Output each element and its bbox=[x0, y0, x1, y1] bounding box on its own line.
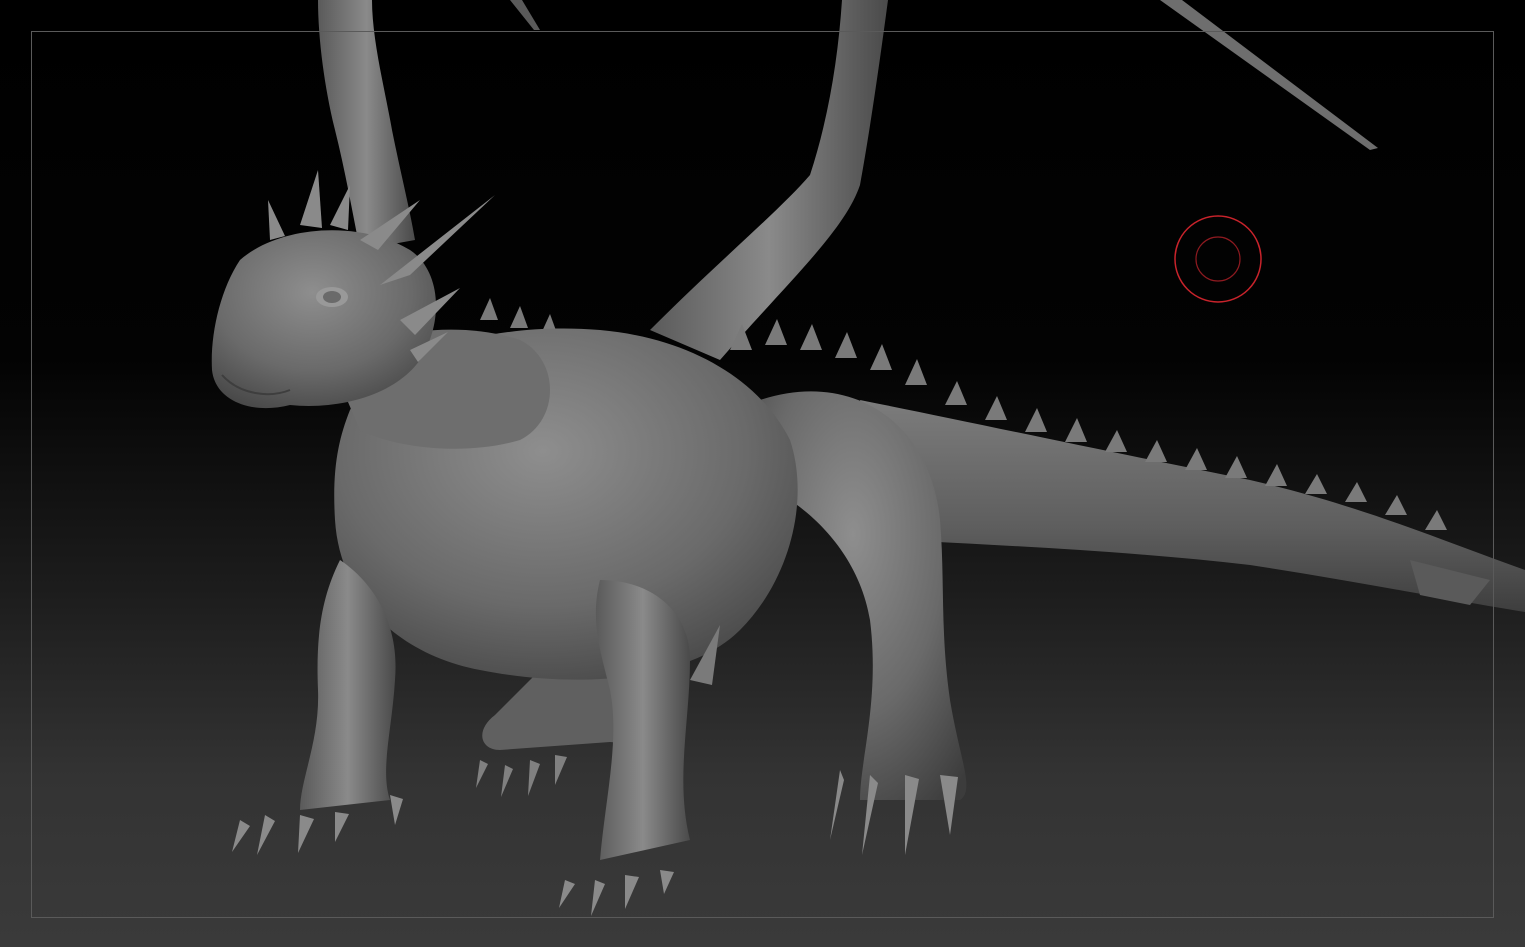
sculpt-mesh[interactable] bbox=[0, 0, 1525, 947]
tail bbox=[860, 400, 1525, 612]
brush-cursor-icon bbox=[1174, 215, 1262, 303]
document-canvas[interactable] bbox=[0, 0, 1525, 947]
right-wing-arm bbox=[650, 0, 888, 360]
left-wing-arm bbox=[318, 0, 415, 250]
front-leg-left bbox=[232, 560, 403, 855]
wing-spike-left bbox=[510, 0, 540, 30]
wing-spike-right bbox=[1160, 0, 1378, 150]
